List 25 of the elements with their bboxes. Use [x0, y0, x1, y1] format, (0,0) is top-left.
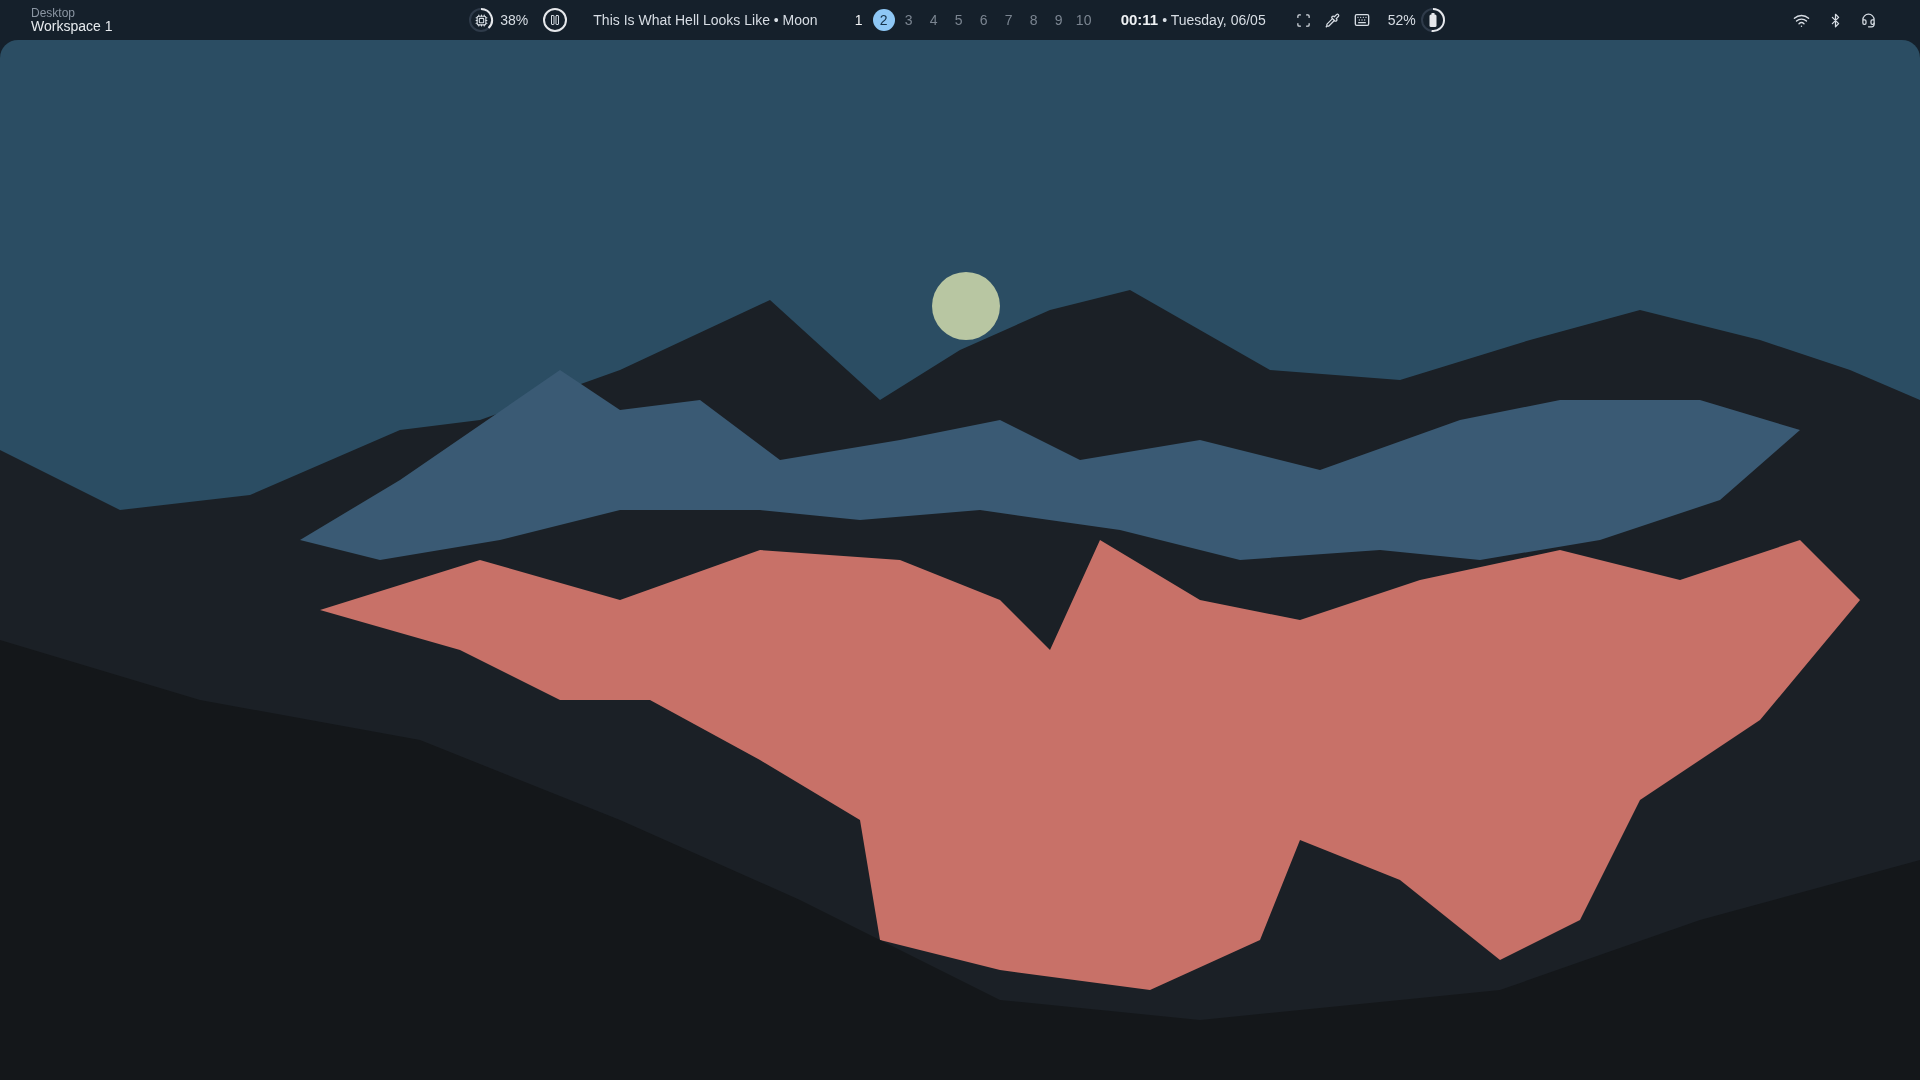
workspace-name: Workspace 1	[31, 19, 114, 33]
workspace-button[interactable]: 2	[872, 9, 895, 31]
workspace-button[interactable]: 4	[922, 9, 945, 31]
workspace-button[interactable]: 10	[1072, 9, 1095, 31]
workspace-button[interactable]: 5	[947, 9, 970, 31]
cpu-icon	[474, 13, 488, 27]
keyboard-icon[interactable]	[1353, 12, 1370, 28]
cpu-usage: 38%	[500, 10, 529, 30]
battery-icon	[1428, 13, 1437, 27]
workspace-button[interactable]: 9	[1047, 9, 1070, 31]
screenshot-icon[interactable]	[1295, 12, 1311, 28]
clock-time: 00:11	[1120, 9, 1159, 30]
pause-icon[interactable]	[549, 14, 562, 26]
headset-icon[interactable]	[1861, 12, 1876, 28]
workspace-button[interactable]: 3	[897, 9, 920, 31]
battery-percent: 52%	[1387, 10, 1416, 30]
media-ring	[543, 8, 568, 32]
clock-date: • Tuesday, 06/05	[1162, 10, 1266, 30]
media-title: This Is What Hell Looks Like • Moon	[593, 10, 818, 30]
workspace-label: Desktop	[31, 7, 76, 19]
workspace-button[interactable]: 6	[972, 9, 995, 31]
workspace-button[interactable]: 1	[847, 9, 870, 31]
pipette-icon[interactable]	[1324, 12, 1340, 28]
workspace-button[interactable]: 7	[997, 9, 1020, 31]
workspace-button[interactable]: 8	[1022, 9, 1045, 31]
